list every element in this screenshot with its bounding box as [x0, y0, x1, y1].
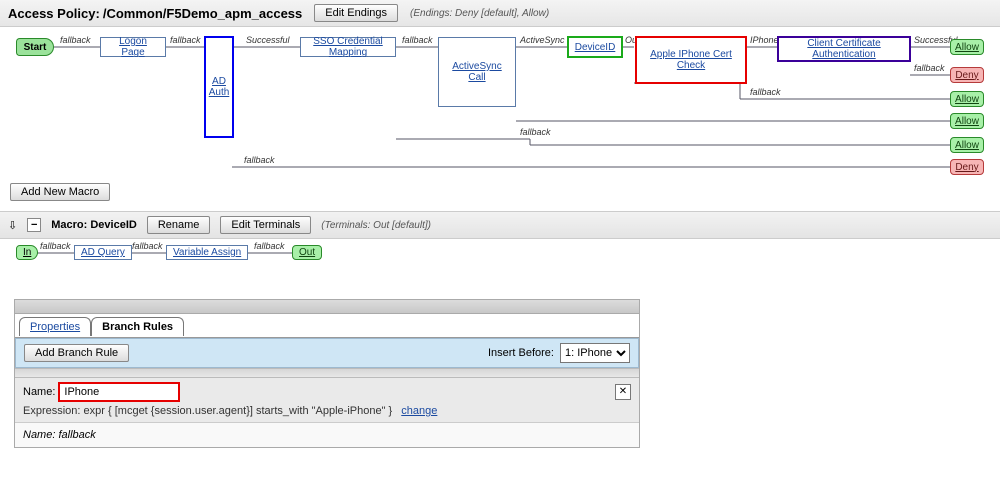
branch-label-iphone: IPhone: [750, 35, 779, 45]
macro-arrow-icon: ⇩: [8, 219, 17, 232]
ending-deny[interactable]: Deny: [950, 159, 984, 175]
start-node[interactable]: Start: [16, 38, 54, 56]
branch-label-successful: Successful: [246, 35, 290, 45]
branch-label-fallback: fallback: [402, 35, 433, 45]
tab-properties[interactable]: Properties: [19, 317, 91, 336]
ending-allow[interactable]: Allow: [950, 39, 984, 55]
add-new-macro-button[interactable]: Add New Macro: [10, 183, 110, 201]
ad-auth-node[interactable]: AD Auth: [205, 37, 233, 137]
ending-allow[interactable]: Allow: [950, 137, 984, 153]
branch-label-fallback: fallback: [254, 241, 285, 251]
sso-credential-mapping-node[interactable]: SSO Credential Mapping: [300, 37, 396, 57]
insert-before-label: Insert Before:: [488, 347, 554, 359]
panel-divider: [15, 368, 639, 378]
panel-titlebar: [15, 300, 639, 314]
policy-title-prefix: Access Policy:: [8, 6, 100, 21]
branch-label-fallback: fallback: [60, 35, 91, 45]
client-cert-auth-node[interactable]: Client Certificate Authentication: [778, 37, 910, 61]
ending-deny[interactable]: Deny: [950, 67, 984, 83]
fallback-rule-row: Name: fallback: [15, 423, 639, 447]
endings-note: (Endings: Deny [default], Allow): [410, 8, 549, 19]
rule-name-input[interactable]: [59, 383, 179, 401]
macro-title-name: DeviceID: [90, 219, 136, 231]
branch-label-fallback: fallback: [132, 241, 163, 251]
ending-allow[interactable]: Allow: [950, 113, 984, 129]
iphone-cert-check-node[interactable]: Apple IPhone Cert Check: [636, 37, 746, 83]
branch-rules-panel: Properties Branch Rules Add Branch Rule …: [14, 299, 640, 448]
branch-label-fallback: fallback: [170, 35, 201, 45]
macro-header: ⇩ − Macro: DeviceID Rename Edit Terminal…: [0, 211, 1000, 239]
edit-terminals-button[interactable]: Edit Terminals: [220, 216, 311, 234]
branch-label-activesync: ActiveSync: [520, 35, 565, 45]
tab-branch-rules[interactable]: Branch Rules: [91, 317, 184, 336]
branch-label-fallback: fallback: [40, 241, 71, 251]
macro-collapse-toggle[interactable]: −: [27, 218, 41, 232]
access-policy-header: Access Policy: /Common/F5Demo_apm_access…: [0, 0, 1000, 27]
ending-allow[interactable]: Allow: [950, 91, 984, 107]
insert-before-select[interactable]: 1: IPhone: [560, 343, 630, 363]
policy-flow-diagram: Start fallback Logon Page fallback AD Au…: [0, 27, 1000, 177]
edit-endings-button[interactable]: Edit Endings: [314, 4, 398, 22]
activesync-call-node[interactable]: ActiveSync Call: [438, 37, 516, 107]
macro-flow-diagram: In fallback AD Query fallback Variable A…: [0, 239, 1000, 279]
policy-path: /Common/F5Demo_apm_access: [103, 6, 302, 21]
deviceid-node[interactable]: DeviceID: [568, 37, 622, 57]
delete-rule-button[interactable]: ✕: [615, 384, 631, 400]
ad-query-node[interactable]: AD Query: [74, 245, 132, 260]
macro-terminals-note: (Terminals: Out [default]): [321, 220, 431, 231]
branch-label-fallback: fallback: [750, 87, 781, 97]
macro-title-prefix: Macro:: [51, 219, 87, 231]
macro-in-node[interactable]: In: [16, 245, 38, 260]
variable-assign-node[interactable]: Variable Assign: [166, 245, 248, 260]
change-expression-link[interactable]: change: [401, 405, 437, 417]
name-label: Name:: [23, 386, 55, 398]
branch-label-fallback: fallback: [244, 155, 275, 165]
expression-value: expr { [mcget {session.user.agent}] star…: [84, 405, 393, 417]
add-branch-rule-button[interactable]: Add Branch Rule: [24, 344, 129, 362]
macro-out-node[interactable]: Out: [292, 245, 322, 260]
branch-label-fallback: fallback: [914, 63, 945, 73]
expression-label: Expression:: [23, 405, 80, 417]
rename-button[interactable]: Rename: [147, 216, 211, 234]
branch-label-fallback: fallback: [520, 127, 551, 137]
logon-page-node[interactable]: Logon Page: [100, 37, 166, 57]
branch-rule-row: Name: ✕ Expression: expr { [mcget {sessi…: [15, 378, 639, 423]
